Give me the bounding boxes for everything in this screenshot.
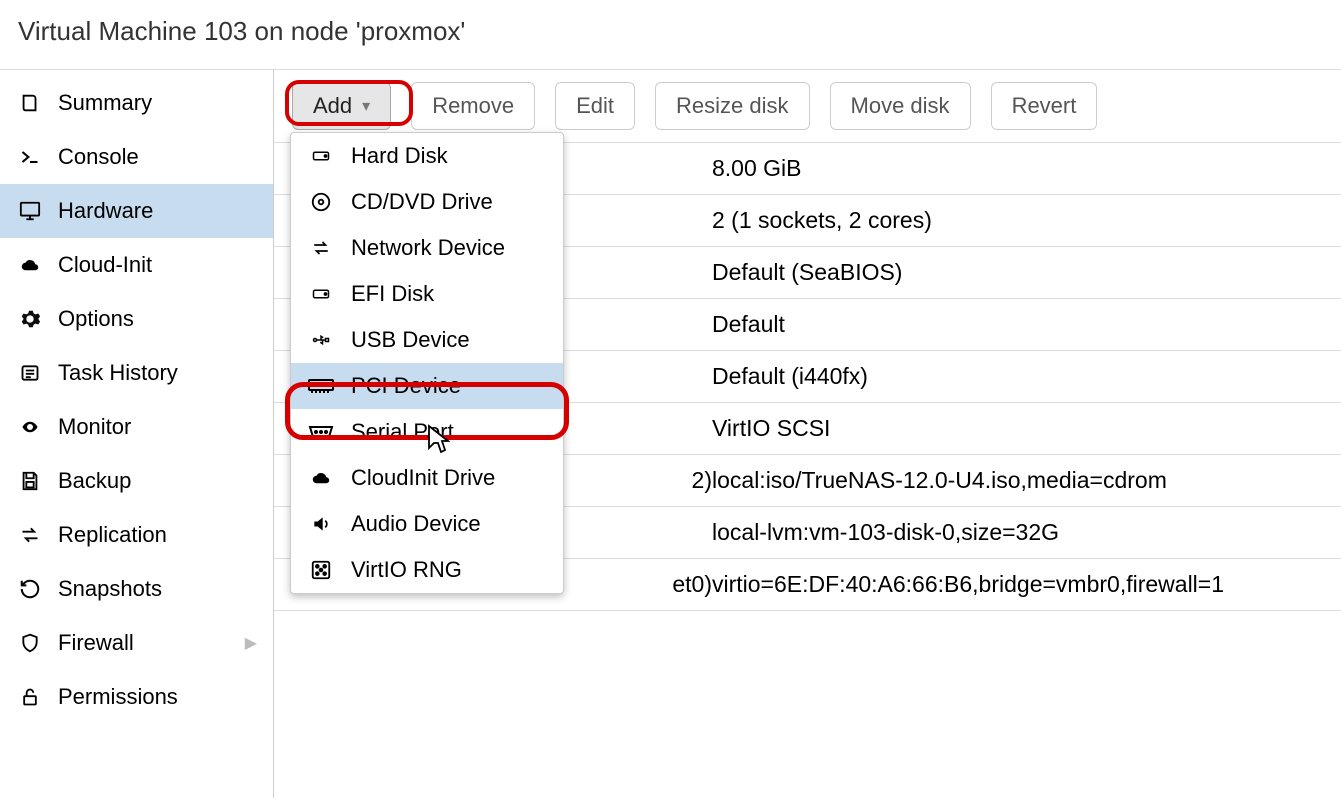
sidebar-item-label: Monitor: [58, 414, 131, 440]
dropdown-item-efidisk[interactable]: EFI Disk: [291, 271, 563, 317]
dice-icon: [307, 559, 335, 581]
audio-icon: [307, 514, 335, 534]
sidebar-item-label: Cloud-Init: [58, 252, 152, 278]
row-value: VirtIO SCSI: [712, 415, 1323, 442]
dropdown-item-label: EFI Disk: [351, 281, 434, 307]
sidebar-item-label: Hardware: [58, 198, 153, 224]
add-button-label: Add: [313, 93, 352, 119]
edit-button[interactable]: Edit: [555, 82, 635, 130]
eye-icon: [16, 418, 44, 436]
dropdown-item-label: PCI Device: [351, 373, 461, 399]
book-icon: [16, 92, 44, 114]
terminal-icon: [16, 147, 44, 167]
sidebar-item-cloudinit[interactable]: Cloud-Init: [0, 238, 273, 292]
content: Add ▾ Remove Edit Resize disk Move disk …: [274, 70, 1341, 798]
hdd-icon: [307, 147, 335, 165]
sidebar-item-label: Firewall: [58, 630, 134, 656]
row-value: Default (i440fx): [712, 363, 1323, 390]
sidebar-item-label: Snapshots: [58, 576, 162, 602]
usb-icon: [307, 331, 335, 349]
dropdown-item-network[interactable]: Network Device: [291, 225, 563, 271]
dropdown-item-label: VirtIO RNG: [351, 557, 462, 583]
dropdown-item-label: Hard Disk: [351, 143, 448, 169]
row-value: Default (SeaBIOS): [712, 259, 1323, 286]
monitor-icon: [16, 200, 44, 222]
dropdown-item-label: CD/DVD Drive: [351, 189, 493, 215]
row-value: local-lvm:vm-103-disk-0,size=32G: [712, 519, 1323, 546]
sidebar-item-label: Permissions: [58, 684, 178, 710]
add-button[interactable]: Add ▾: [292, 82, 391, 130]
sidebar: Summary Console Hardware Cloud-Init Opti…: [0, 70, 274, 798]
dropdown-item-cddvd[interactable]: CD/DVD Drive: [291, 179, 563, 225]
gear-icon: [16, 308, 44, 330]
disc-icon: [307, 191, 335, 213]
row-value: virtio=6E:DF:40:A6:66:B6,bridge=vmbr0,fi…: [712, 571, 1323, 598]
dropdown-item-label: Serial Port: [351, 419, 454, 445]
dropdown-item-cloudinit[interactable]: CloudInit Drive: [291, 455, 563, 501]
sidebar-item-summary[interactable]: Summary: [0, 76, 273, 130]
sync-icon: [16, 525, 44, 545]
remove-button[interactable]: Remove: [411, 82, 535, 130]
dropdown-item-serial[interactable]: Serial Port: [291, 409, 563, 455]
sidebar-item-firewall[interactable]: Firewall ▶: [0, 616, 273, 670]
dropdown-item-label: USB Device: [351, 327, 470, 353]
sidebar-item-label: Replication: [58, 522, 167, 548]
row-value: 8.00 GiB: [712, 155, 1323, 182]
sidebar-item-options[interactable]: Options: [0, 292, 273, 346]
sidebar-item-permissions[interactable]: Permissions: [0, 670, 273, 724]
dropdown-item-audio[interactable]: Audio Device: [291, 501, 563, 547]
sidebar-item-label: Task History: [58, 360, 178, 386]
dropdown-item-label: Audio Device: [351, 511, 481, 537]
sidebar-item-replication[interactable]: Replication: [0, 508, 273, 562]
sidebar-item-label: Summary: [58, 90, 152, 116]
row-value: local:iso/TrueNAS-12.0-U4.iso,media=cdro…: [712, 467, 1323, 494]
list-icon: [16, 363, 44, 383]
save-icon: [16, 470, 44, 492]
sidebar-item-backup[interactable]: Backup: [0, 454, 273, 508]
dropdown-item-virtiorng[interactable]: VirtIO RNG: [291, 547, 563, 593]
sidebar-item-monitor[interactable]: Monitor: [0, 400, 273, 454]
sidebar-item-label: Backup: [58, 468, 131, 494]
sidebar-item-label: Console: [58, 144, 139, 170]
dropdown-item-harddisk[interactable]: Hard Disk: [291, 133, 563, 179]
shield-icon: [16, 631, 44, 655]
move-disk-button[interactable]: Move disk: [830, 82, 971, 130]
dropdown-item-label: CloudInit Drive: [351, 465, 495, 491]
row-value: 2 (1 sockets, 2 cores): [712, 207, 1323, 234]
dropdown-item-usb[interactable]: USB Device: [291, 317, 563, 363]
add-dropdown: Hard Disk CD/DVD Drive Network Device EF…: [290, 132, 564, 594]
unlock-icon: [16, 686, 44, 708]
resize-disk-button[interactable]: Resize disk: [655, 82, 809, 130]
serial-icon: [307, 424, 335, 440]
sidebar-item-console[interactable]: Console: [0, 130, 273, 184]
cloud-icon: [307, 469, 335, 487]
dropdown-item-label: Network Device: [351, 235, 505, 261]
page-title: Virtual Machine 103 on node 'proxmox': [0, 0, 1341, 70]
main: Summary Console Hardware Cloud-Init Opti…: [0, 70, 1341, 798]
sidebar-item-label: Options: [58, 306, 134, 332]
pci-icon: [307, 377, 335, 395]
chevron-down-icon: ▾: [362, 96, 370, 116]
revert-button[interactable]: Revert: [991, 82, 1098, 130]
network-icon: [307, 239, 335, 257]
chevron-right-icon: ▶: [245, 633, 257, 653]
sidebar-item-hardware[interactable]: Hardware: [0, 184, 273, 238]
dropdown-item-pci[interactable]: PCI Device: [291, 363, 563, 409]
hdd-icon: [307, 285, 335, 303]
row-suffix: 2): [692, 467, 712, 494]
sidebar-item-snapshots[interactable]: Snapshots: [0, 562, 273, 616]
row-value: Default: [712, 311, 1323, 338]
cloud-icon: [16, 256, 44, 274]
sidebar-item-taskhistory[interactable]: Task History: [0, 346, 273, 400]
row-suffix: et0): [672, 571, 712, 598]
history-icon: [16, 578, 44, 600]
